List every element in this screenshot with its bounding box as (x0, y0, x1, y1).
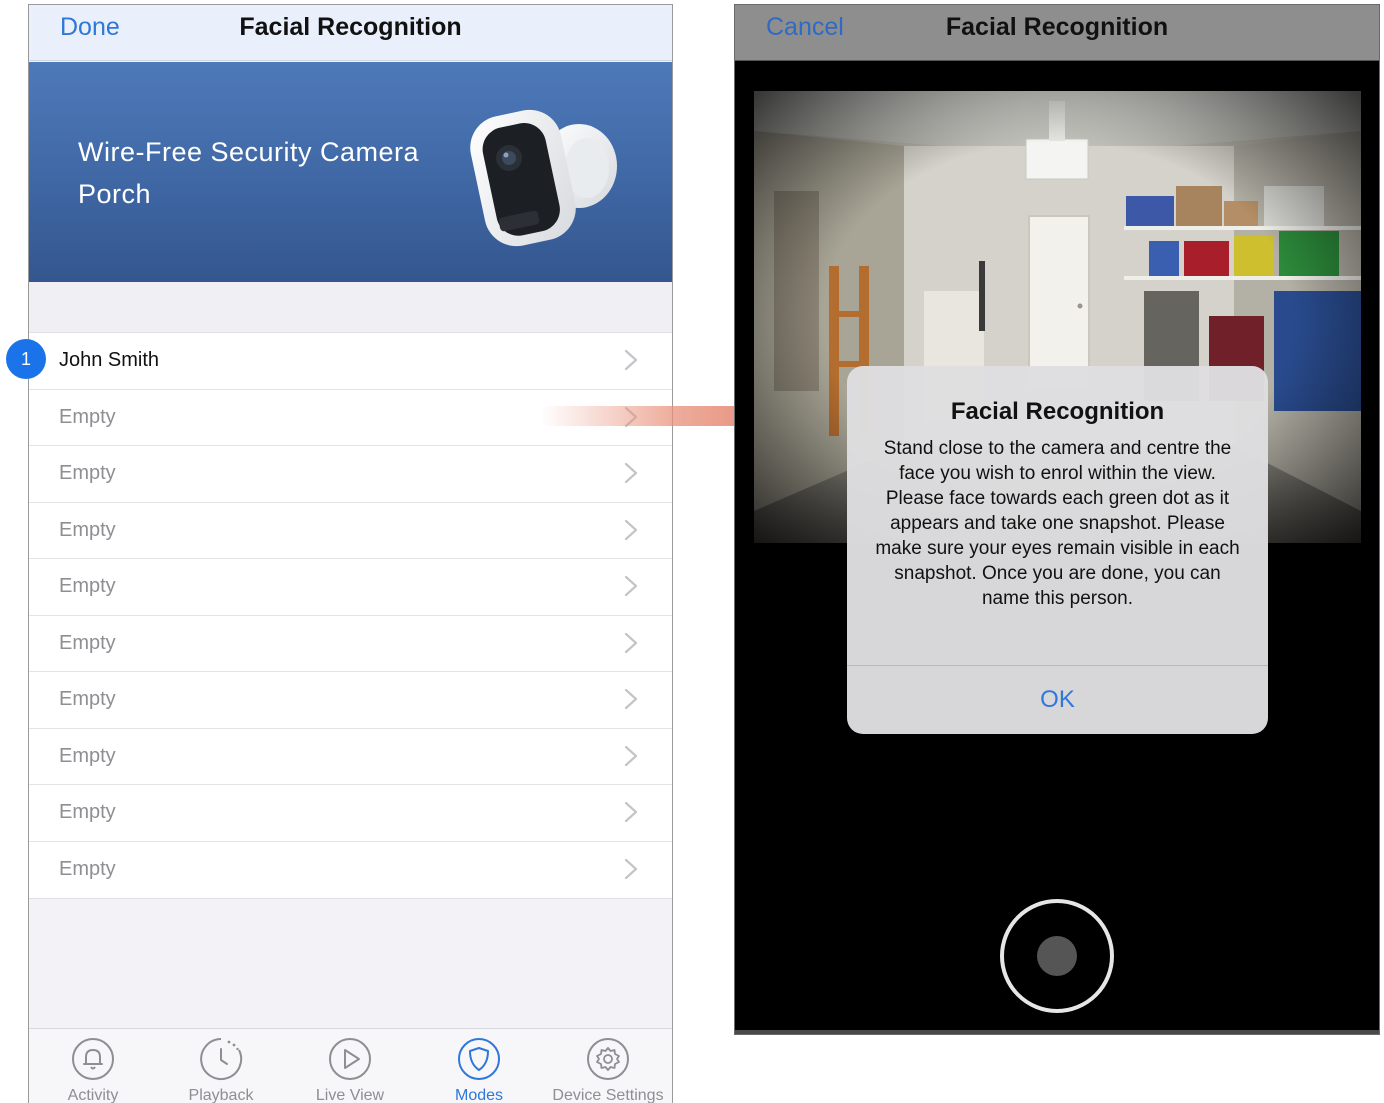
left-phone-screen: Done Facial Recognition Wire-Free Securi… (28, 4, 673, 1103)
right-phone-screen: Cancel Facial Recognition Facial Recogni… (734, 4, 1380, 1035)
ok-button[interactable]: OK (847, 666, 1268, 734)
list-item-label: Empty (59, 575, 116, 597)
page-title: Facial Recognition (239, 13, 462, 41)
tab-playback[interactable]: Playback (157, 1037, 285, 1103)
tab-device-settings[interactable]: Device Settings (544, 1037, 672, 1103)
capture-button[interactable] (1000, 899, 1114, 1013)
list-item[interactable]: Empty (29, 446, 672, 503)
dialog-message: Stand close to the camera and centre the… (875, 438, 1240, 609)
chevron-right-icon (624, 462, 638, 484)
security-camera-image (470, 109, 617, 247)
tab-label: Device Settings (552, 1087, 664, 1103)
step-badge: 1 (6, 339, 46, 379)
section-spacer (29, 282, 672, 332)
chevron-right-icon (624, 519, 638, 540)
list-item-label: Empty (59, 518, 116, 541)
list-item[interactable]: Empty (29, 672, 672, 729)
list-item-label: Empty (59, 857, 116, 880)
tab-activity[interactable]: Activity (29, 1037, 157, 1103)
tab-label: Live View (315, 1087, 385, 1103)
chevron-right-icon (624, 745, 638, 766)
list-item-label: Empty (59, 801, 116, 823)
list-item-label: Empty (59, 631, 116, 654)
list-item-label: Empty (59, 744, 116, 767)
camera-model-label: Wire-Free Security Camera (78, 137, 420, 167)
chevron-right-icon (624, 349, 638, 371)
page-title: Facial Recognition (945, 13, 1169, 41)
bell-icon (72, 1038, 114, 1080)
clock-icon (200, 1038, 243, 1080)
tab-label: Activity (67, 1087, 119, 1103)
tab-label: Playback (188, 1087, 254, 1103)
list-item[interactable]: Empty (29, 503, 672, 559)
list-item-label: Empty (59, 462, 116, 484)
navigation-bar: Cancel Facial Recognition (735, 5, 1379, 61)
list-item-label: John Smith (59, 349, 160, 371)
list-item[interactable]: Empty (29, 842, 672, 899)
navigation-bar: Done Facial Recognition (29, 5, 672, 61)
list-item[interactable]: Empty (29, 785, 672, 842)
chevron-right-icon (624, 575, 638, 597)
tab-modes[interactable]: Modes (415, 1037, 543, 1103)
capture-button-inner (1037, 936, 1077, 976)
dialog-title: Facial Recognition (950, 398, 1165, 425)
play-icon (329, 1038, 371, 1080)
instruction-dialog: Facial Recognition Stand close to the ca… (847, 366, 1268, 734)
chevron-right-icon (624, 632, 638, 653)
tab-label: Modes (454, 1087, 504, 1103)
list-item-label: Empty (59, 405, 116, 428)
tab-live-view[interactable]: Live View (286, 1037, 414, 1103)
camera-header: Wire-Free Security Camera Porch (29, 62, 672, 282)
list-item[interactable]: Empty (29, 616, 672, 672)
gear-icon (587, 1038, 629, 1080)
tab-bar: Activity Playback Live View Modes Device… (29, 1028, 672, 1103)
chevron-right-icon (624, 801, 638, 823)
chevron-right-icon (624, 858, 638, 879)
list-item[interactable]: Empty (29, 559, 672, 616)
list-item[interactable]: John Smith (29, 333, 672, 390)
list-item-label: Empty (59, 688, 116, 710)
chevron-right-icon (624, 688, 638, 710)
list-item[interactable]: Empty (29, 729, 672, 785)
camera-location-label: Porch (78, 179, 152, 209)
bottom-divider (735, 1030, 1379, 1034)
shield-icon (458, 1038, 500, 1080)
